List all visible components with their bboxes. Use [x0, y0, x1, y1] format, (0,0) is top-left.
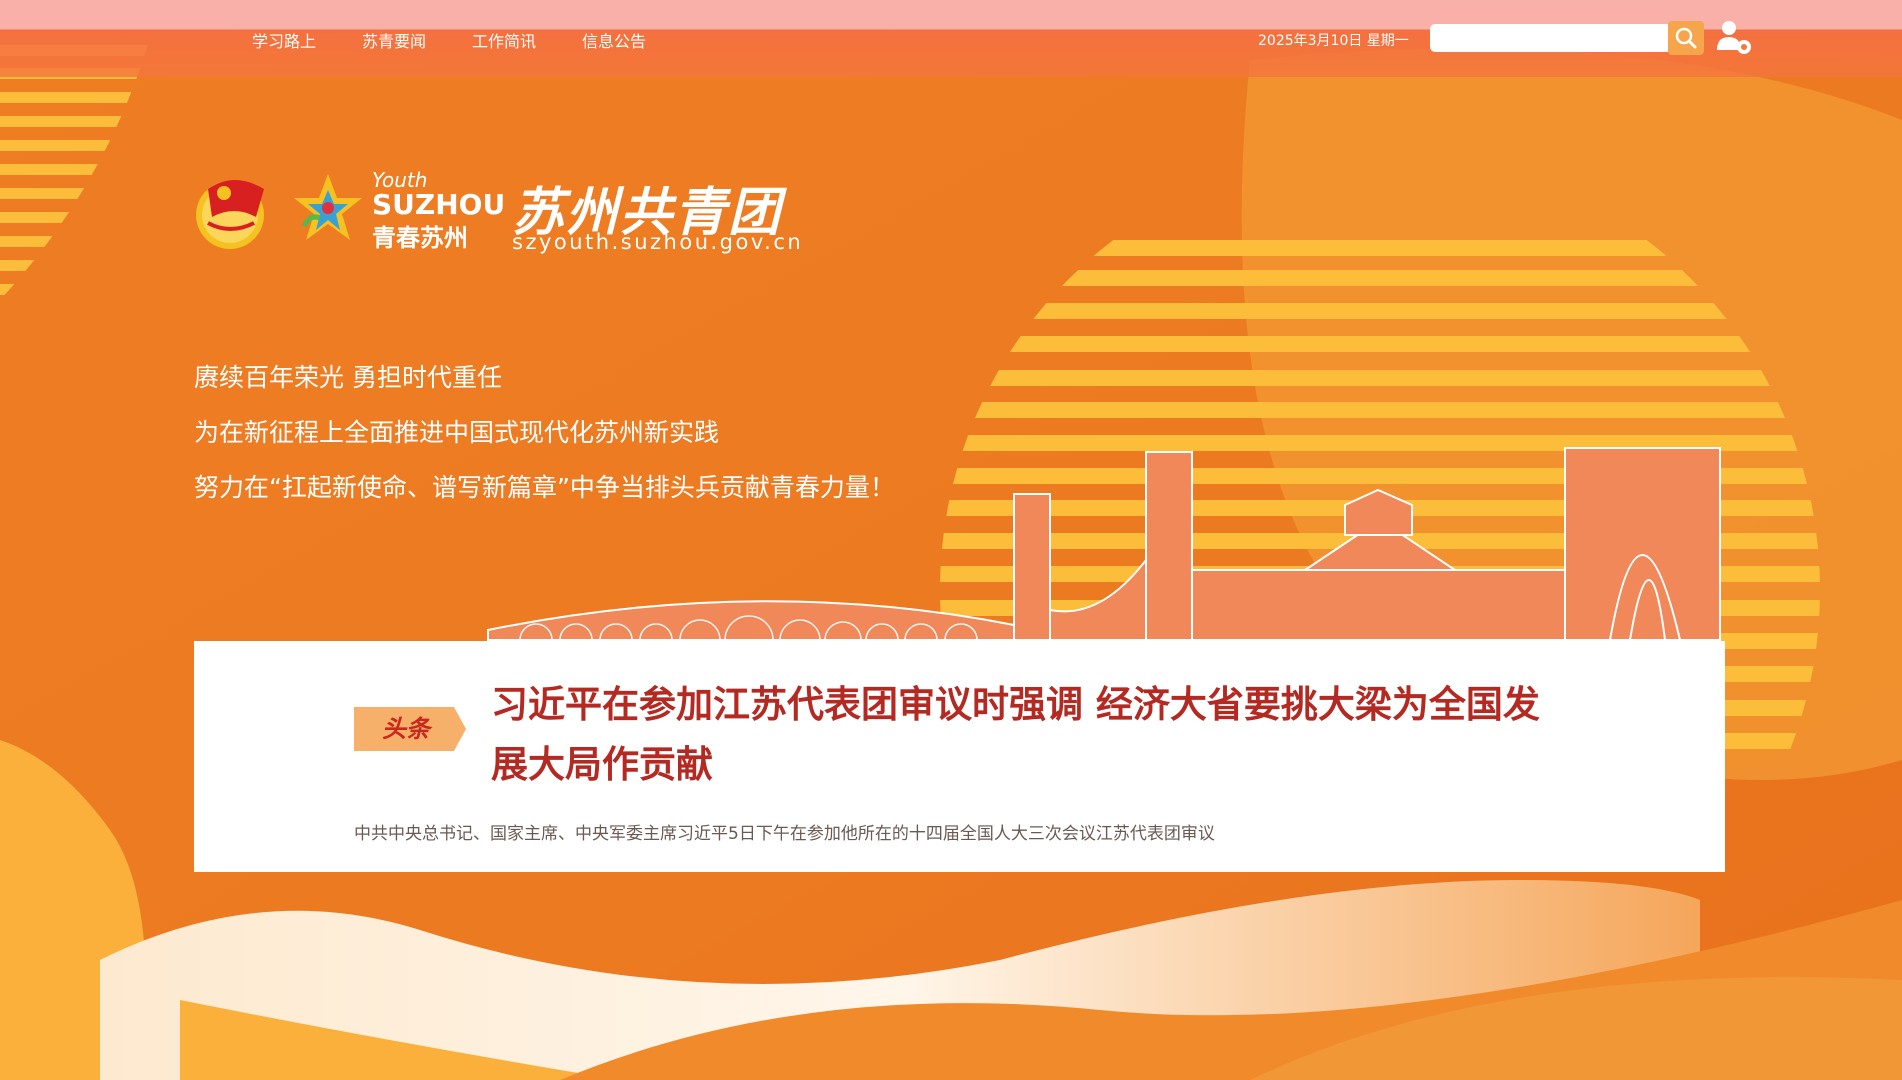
headline-title[interactable]: 习近平在参加江苏代表团审议时强调 经济大省要挑大梁为全国发展大局作贡献	[491, 675, 1551, 795]
search-button[interactable]	[1668, 21, 1704, 55]
nav-item-news[interactable]: 苏青要闻	[362, 28, 426, 52]
user-settings-icon	[1717, 21, 1751, 54]
headline-card: 头条 习近平在参加江苏代表团审议时强调 经济大省要挑大梁为全国发展大局作贡献 中…	[194, 641, 1725, 872]
brand-logo-area: Youth SUZHOU 青春苏州 苏州共青团 szyouth.suzhou.g…	[194, 168, 834, 258]
site-url: szyouth.suzhou.gov.cn	[512, 230, 804, 254]
top-bar: 学习路上 苏青要闻 工作简讯 信息公告 2025年3月10日 星期一	[0, 0, 1902, 77]
current-date: 2025年3月10日 星期一	[1258, 33, 1409, 49]
main-nav: 学习路上 苏青要闻 工作简讯 信息公告	[252, 28, 692, 52]
nav-item-study[interactable]: 学习路上	[252, 28, 316, 52]
slogan-line: 赓续百年荣光 勇担时代重任	[194, 363, 502, 392]
banner-background	[0, 0, 1902, 1080]
nav-item-work-briefs[interactable]: 工作简讯	[472, 28, 536, 52]
slogan-block: 赓续百年荣光 勇担时代重任 为在新征程上全面推进中国式现代化苏州新实践 努力在“…	[194, 350, 895, 515]
search-input[interactable]	[1430, 24, 1670, 52]
youth-league-emblem-icon	[196, 180, 264, 249]
slogan-line: 努力在“扛起新使命、谱写新篇章”中争当排头兵贡献青春力量！	[194, 473, 895, 502]
headline-summary[interactable]: 中共中央总书记、国家主席、中央军委主席习近平5日下午在参加他所在的十四届全国人大…	[354, 819, 1215, 844]
suzhou-text: SUZHOU	[372, 188, 506, 221]
headline-tag-label: 头条	[382, 715, 430, 743]
qingchun-suzhou-text: 青春苏州	[372, 224, 468, 252]
user-settings-button[interactable]	[1714, 18, 1754, 58]
headline-tag: 头条	[354, 707, 466, 751]
search-icon	[1675, 27, 1697, 49]
youth-suzhou-star-logo	[294, 174, 362, 240]
nav-item-announcements[interactable]: 信息公告	[582, 28, 646, 52]
slogan-line: 为在新征程上全面推进中国式现代化苏州新实践	[194, 418, 720, 447]
